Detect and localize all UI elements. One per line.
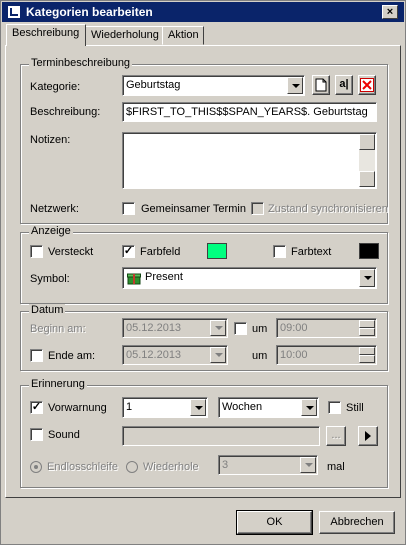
- mal-label: mal: [327, 461, 345, 473]
- vorwarnung-checkbox[interactable]: ✓: [30, 401, 43, 414]
- kategorie-select[interactable]: Geburtstag: [122, 75, 305, 96]
- repeat-count-value: 3: [222, 459, 229, 471]
- zustand-sync-checkbox[interactable]: [251, 202, 264, 215]
- beschreibung-label: Beschreibung:: [30, 106, 101, 118]
- still-checkbox[interactable]: [328, 401, 341, 414]
- beginn-time-value: 09:00: [280, 322, 308, 334]
- ende-time-input[interactable]: 10:00: [276, 345, 377, 365]
- cancel-button[interactable]: Abbrechen: [319, 511, 395, 534]
- ende-date-picker[interactable]: 05.12.2013: [122, 345, 228, 365]
- scroll-down-icon[interactable]: [359, 171, 375, 187]
- chevron-down-icon[interactable]: [300, 457, 316, 473]
- delete-x-icon: [360, 78, 374, 92]
- gemeinsamer-termin-checkbox[interactable]: [122, 202, 135, 215]
- title-bar: Kategorien bearbeiten ×: [2, 2, 404, 22]
- close-button[interactable]: ×: [382, 5, 398, 19]
- vorwarnung-unit-select[interactable]: Wochen: [218, 397, 319, 418]
- sound-label: Sound: [48, 429, 80, 441]
- chevron-down-icon[interactable]: [301, 399, 317, 416]
- app-icon: [7, 5, 21, 19]
- symbol-select[interactable]: Present: [122, 267, 377, 289]
- beginn-time-checkbox[interactable]: [234, 322, 247, 335]
- tab-wiederholung[interactable]: Wiederholung: [85, 26, 163, 45]
- dialog-window: Kategorien bearbeiten × Beschreibung Wie…: [0, 0, 406, 545]
- beschreibung-input[interactable]: $FIRST_TO_THIS$$SPAN_YEARS$. Geburtstag: [122, 102, 377, 122]
- beginn-date-value: 05.12.2013: [126, 322, 182, 334]
- group-legend: Anzeige: [29, 225, 73, 237]
- chevron-down-icon[interactable]: [287, 77, 303, 94]
- chevron-down-icon[interactable]: [210, 347, 226, 363]
- group-legend: Datum: [29, 304, 66, 316]
- symbol-value: Present: [145, 271, 183, 283]
- beginn-label: Beginn am:: [30, 323, 86, 335]
- group-legend: Terminbeschreibung: [29, 57, 133, 69]
- ende-date-value: 05.12.2013: [126, 349, 182, 361]
- play-icon: [365, 431, 371, 441]
- netzwerk-label: Netzwerk:: [30, 203, 79, 215]
- farbfeld-color-swatch[interactable]: [207, 243, 227, 259]
- ende-time-value: 10:00: [280, 349, 308, 361]
- sound-file-input[interactable]: [122, 426, 320, 446]
- vorwarnung-label: Vorwarnung: [48, 402, 107, 414]
- ok-button[interactable]: OK: [236, 510, 313, 535]
- sound-browse-button[interactable]: ...: [326, 426, 346, 446]
- new-category-button[interactable]: [312, 75, 330, 95]
- notizen-label: Notizen:: [30, 134, 71, 146]
- beschreibung-value: $FIRST_TO_THIS$$SPAN_YEARS$. Geburtstag: [126, 106, 368, 118]
- rename-icon: a|: [339, 78, 349, 90]
- wiederhole-radio[interactable]: [126, 461, 138, 473]
- vorwarnung-amount-value: 1: [126, 401, 133, 413]
- scroll-up-icon[interactable]: [359, 134, 375, 150]
- vorwarnung-amount-select[interactable]: 1: [122, 397, 208, 418]
- versteckt-checkbox[interactable]: [30, 245, 43, 258]
- ende-label: Ende am:: [48, 350, 96, 362]
- new-document-icon: [315, 78, 327, 92]
- zustand-sync-label: Zustand synchronisieren: [268, 203, 388, 215]
- delete-category-button[interactable]: [358, 75, 376, 95]
- kategorie-label: Kategorie:: [30, 81, 81, 93]
- gemeinsamer-termin-label: Gemeinsamer Termin: [141, 203, 246, 215]
- chevron-down-icon[interactable]: [190, 399, 206, 416]
- still-label: Still: [346, 402, 364, 414]
- repeat-count-select[interactable]: 3: [218, 455, 318, 475]
- ende-um-label: um: [252, 350, 268, 362]
- beginn-um-label: um: [252, 323, 268, 335]
- symbol-label: Symbol:: [30, 273, 70, 285]
- sound-play-button[interactable]: [358, 426, 378, 446]
- rename-category-button[interactable]: a|: [335, 75, 353, 95]
- kategorie-value: Geburtstag: [126, 79, 181, 91]
- chevron-down-icon[interactable]: [210, 320, 226, 336]
- beginn-time-input[interactable]: 09:00: [276, 318, 377, 338]
- farbtext-checkbox[interactable]: [273, 245, 286, 258]
- tab-beschreibung[interactable]: Beschreibung: [6, 24, 86, 46]
- tab-panel: Terminbeschreibung Kategorie: Geburtstag…: [5, 45, 401, 498]
- ende-time-spinner[interactable]: [359, 347, 375, 363]
- farbtext-color-swatch[interactable]: [359, 243, 379, 259]
- tab-aktion[interactable]: Aktion: [162, 26, 204, 45]
- notizen-scrollbar[interactable]: [359, 134, 375, 187]
- ende-checkbox[interactable]: [30, 349, 43, 362]
- farbfeld-checkbox[interactable]: ✓: [122, 245, 135, 258]
- notizen-textarea[interactable]: [122, 132, 377, 189]
- chevron-down-icon[interactable]: [359, 269, 375, 287]
- endlosschleife-radio[interactable]: [30, 461, 42, 473]
- present-icon: [127, 273, 141, 285]
- beginn-time-spinner[interactable]: [359, 320, 375, 336]
- farbfeld-label: Farbfeld: [140, 246, 181, 258]
- sound-checkbox[interactable]: [30, 428, 43, 441]
- endlosschleife-label: Endlosschleife: [47, 461, 118, 473]
- farbtext-label: Farbtext: [291, 246, 332, 258]
- window-title: Kategorien bearbeiten: [26, 5, 153, 19]
- versteckt-label: Versteckt: [48, 246, 94, 258]
- wiederhole-label: Wiederhole: [143, 461, 199, 473]
- group-legend: Erinnerung: [29, 378, 87, 390]
- vorwarnung-unit-value: Wochen: [222, 401, 263, 413]
- beginn-date-picker[interactable]: 05.12.2013: [122, 318, 228, 338]
